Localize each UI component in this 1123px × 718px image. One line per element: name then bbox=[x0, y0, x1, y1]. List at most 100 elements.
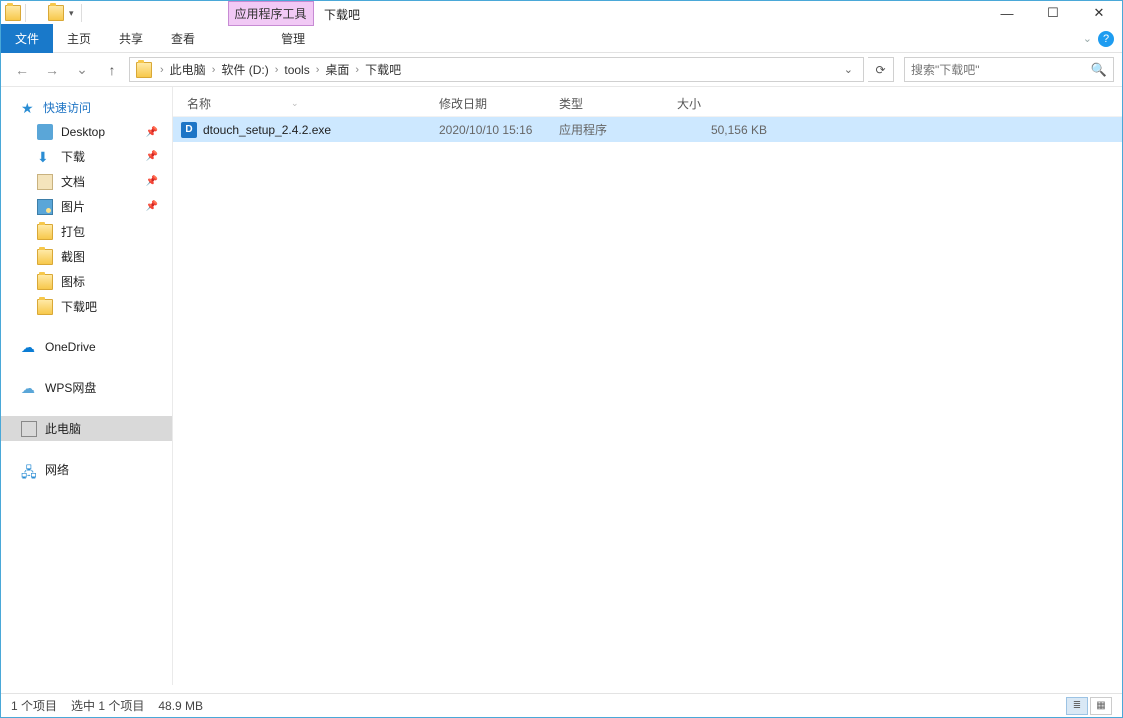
tab-home[interactable]: 主页 bbox=[53, 24, 105, 53]
sidebar-item-label: 文档 bbox=[61, 173, 85, 190]
tab-manage[interactable]: 管理 bbox=[267, 24, 319, 53]
breadcrumb[interactable]: 下载吧 bbox=[363, 61, 403, 78]
pin-icon: 📌 bbox=[146, 201, 158, 212]
quick-access-toolbar: ▾ bbox=[1, 4, 88, 22]
contextual-tab-app-tools[interactable]: 应用程序工具 bbox=[228, 1, 314, 26]
column-header-size[interactable]: 大小 bbox=[677, 95, 797, 112]
pictures-icon bbox=[37, 199, 53, 215]
folder-icon bbox=[37, 274, 53, 290]
status-item-count: 1 个项目 bbox=[11, 697, 57, 714]
tab-file[interactable]: 文件 bbox=[1, 24, 53, 53]
cloud-icon: ☁ bbox=[21, 339, 37, 355]
separator bbox=[81, 4, 82, 22]
search-input[interactable] bbox=[911, 63, 1091, 77]
close-button[interactable]: ✕ bbox=[1076, 1, 1122, 25]
chevron-right-icon[interactable]: › bbox=[156, 64, 168, 76]
chevron-right-icon[interactable]: › bbox=[208, 64, 220, 76]
title-bar: ▾ 应用程序工具 下载吧 — ☐ ✕ bbox=[1, 1, 1122, 25]
nav-up-button[interactable]: ↑ bbox=[99, 57, 125, 83]
refresh-button[interactable]: ⟳ bbox=[868, 57, 894, 82]
column-header-name[interactable]: 名称 ⌄ bbox=[181, 95, 439, 112]
sidebar-item-desktop[interactable]: Desktop 📌 bbox=[1, 120, 172, 144]
app-icon bbox=[5, 5, 21, 21]
column-header-type[interactable]: 类型 bbox=[559, 95, 677, 112]
sidebar-quick-access[interactable]: ★ 快速访问 bbox=[1, 95, 172, 120]
cloud-icon: ☁ bbox=[21, 380, 37, 396]
cell-size: 50,156 KB bbox=[677, 123, 797, 137]
sidebar-item-downloads[interactable]: ⬇ 下载 📌 bbox=[1, 144, 172, 169]
exe-icon: D bbox=[181, 122, 197, 138]
thumbnails-view-button[interactable]: ▦ bbox=[1090, 697, 1112, 715]
sidebar-item-pictures[interactable]: 图片 📌 bbox=[1, 194, 172, 219]
breadcrumb[interactable]: 桌面 bbox=[323, 61, 351, 78]
breadcrumb[interactable]: 软件 (D:) bbox=[219, 61, 270, 78]
sidebar-item-label: OneDrive bbox=[45, 340, 96, 354]
chevron-right-icon[interactable]: › bbox=[271, 64, 283, 76]
separator bbox=[25, 4, 26, 22]
status-bar: 1 个项目 选中 1 个项目 48.9 MB ≣ ▦ bbox=[1, 693, 1122, 717]
sidebar-item-label: 图片 bbox=[61, 198, 85, 215]
pin-icon: 📌 bbox=[146, 127, 158, 138]
file-name-label: dtouch_setup_2.4.2.exe bbox=[203, 123, 331, 137]
nav-back-button[interactable]: ← bbox=[9, 57, 35, 83]
cell-modified: 2020/10/10 15:16 bbox=[439, 123, 559, 137]
status-selected-count: 选中 1 个项目 bbox=[71, 697, 144, 714]
help-icon[interactable]: ? bbox=[1098, 31, 1114, 47]
chevron-right-icon[interactable]: › bbox=[351, 64, 363, 76]
sidebar-item-label: Desktop bbox=[61, 125, 105, 139]
qat-folder-icon[interactable] bbox=[48, 5, 64, 21]
pin-icon: 📌 bbox=[146, 176, 158, 187]
maximize-button[interactable]: ☐ bbox=[1030, 1, 1076, 25]
tab-view[interactable]: 查看 bbox=[157, 24, 209, 53]
nav-forward-button[interactable]: → bbox=[39, 57, 65, 83]
qat-overflow-icon[interactable]: ▾ bbox=[66, 8, 77, 19]
window-title: 下载吧 bbox=[324, 6, 360, 23]
column-headers: 名称 ⌄ 修改日期 类型 大小 bbox=[173, 87, 1122, 117]
search-icon[interactable]: 🔍 bbox=[1091, 62, 1107, 78]
minimize-button[interactable]: — bbox=[984, 1, 1030, 25]
sidebar-item-onedrive[interactable]: ☁ OneDrive bbox=[1, 335, 172, 359]
sidebar-item-label: 图标 bbox=[61, 273, 85, 290]
sidebar-item-label: 截图 bbox=[61, 248, 85, 265]
search-box[interactable]: 🔍 bbox=[904, 57, 1114, 82]
cell-type: 应用程序 bbox=[559, 121, 677, 138]
view-switcher: ≣ ▦ bbox=[1066, 697, 1112, 715]
folder-icon bbox=[37, 249, 53, 265]
details-view-button[interactable]: ≣ bbox=[1066, 697, 1088, 715]
sidebar-item-folder[interactable]: 打包 bbox=[1, 219, 172, 244]
address-bar-row: ← → ⌄ ↑ › 此电脑 › 软件 (D:) › tools › 桌面 › 下… bbox=[1, 53, 1122, 87]
column-header-modified[interactable]: 修改日期 bbox=[439, 95, 559, 112]
star-icon: ★ bbox=[21, 100, 37, 116]
network-icon: 🖧 bbox=[21, 462, 37, 478]
sidebar-item-documents[interactable]: 文档 📌 bbox=[1, 169, 172, 194]
sort-indicator-icon: ⌄ bbox=[291, 98, 299, 109]
navigation-pane: ★ 快速访问 Desktop 📌 ⬇ 下载 📌 文档 📌 图片 📌 打包 bbox=[1, 87, 173, 685]
ribbon-right: ⌄ ? bbox=[1083, 31, 1122, 47]
sidebar-item-label: 网络 bbox=[45, 461, 69, 478]
sidebar-item-folder[interactable]: 下载吧 bbox=[1, 294, 172, 319]
sidebar-item-label: 下载吧 bbox=[61, 298, 97, 315]
folder-icon bbox=[37, 224, 53, 240]
chevron-right-icon[interactable]: › bbox=[312, 64, 324, 76]
sidebar-item-folder[interactable]: 图标 bbox=[1, 269, 172, 294]
tab-share[interactable]: 共享 bbox=[105, 24, 157, 53]
sidebar-item-this-pc[interactable]: 此电脑 bbox=[1, 416, 172, 441]
breadcrumb[interactable]: tools bbox=[282, 63, 311, 77]
address-dropdown-icon[interactable]: ⌄ bbox=[838, 63, 859, 76]
ribbon-tabs: 文件 主页 共享 查看 管理 ⌄ ? bbox=[1, 25, 1122, 53]
address-folder-icon bbox=[136, 62, 152, 78]
sidebar-item-label: 下载 bbox=[61, 148, 85, 165]
file-row[interactable]: D dtouch_setup_2.4.2.exe 2020/10/10 15:1… bbox=[173, 117, 1122, 142]
ribbon-collapse-icon[interactable]: ⌄ bbox=[1083, 32, 1092, 45]
sidebar-item-label: 快速访问 bbox=[43, 99, 91, 116]
breadcrumb[interactable]: 此电脑 bbox=[168, 61, 208, 78]
sidebar-item-network[interactable]: 🖧 网络 bbox=[1, 457, 172, 482]
nav-history-icon[interactable]: ⌄ bbox=[69, 57, 95, 83]
column-label: 名称 bbox=[187, 95, 211, 112]
sidebar-item-wps[interactable]: ☁ WPS网盘 bbox=[1, 375, 172, 400]
sidebar-item-folder[interactable]: 截图 bbox=[1, 244, 172, 269]
address-bar[interactable]: › 此电脑 › 软件 (D:) › tools › 桌面 › 下载吧 ⌄ bbox=[129, 57, 864, 82]
monitor-icon bbox=[21, 421, 37, 437]
qat-placeholder-icon[interactable] bbox=[30, 5, 46, 21]
sidebar-item-label: WPS网盘 bbox=[45, 379, 96, 396]
